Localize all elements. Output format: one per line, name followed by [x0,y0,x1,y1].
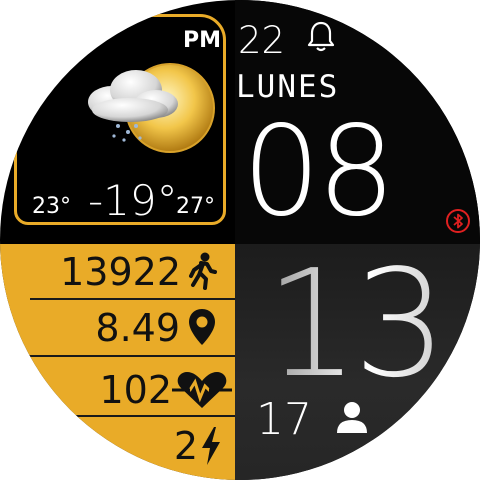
battery-value: 2 [173,424,198,468]
bell-icon[interactable] [306,20,336,54]
heart-rate-icon [172,372,232,408]
stats-divider [30,298,235,300]
day-number: 22 [238,19,286,62]
heart-rate-value: 102 [99,368,172,412]
stats-divider [30,415,235,417]
day-name: LUNES [236,69,340,105]
hour-display: 08 [242,100,396,244]
ampm-indicator: PM [183,28,222,53]
distance-value: 8.49 [95,306,180,350]
current-temperature: -19° [88,176,178,225]
person-icon [337,402,367,433]
low-temperature: 23° [32,194,71,219]
location-pin-icon [189,309,215,345]
watch-face: PM 23° -19° 27° 22 LUNES 08 13 17 13922 … [0,0,480,480]
lightning-icon [202,427,220,465]
bluetooth-icon[interactable] [445,208,471,234]
steps-count: 13922 [60,250,181,294]
partly-cloudy-rain-icon [88,63,215,153]
high-temperature: 27° [176,194,215,219]
seconds-display: 17 [256,394,312,445]
walking-icon [189,252,217,290]
minute-display: 13 [265,238,447,410]
stats-divider [18,355,235,357]
